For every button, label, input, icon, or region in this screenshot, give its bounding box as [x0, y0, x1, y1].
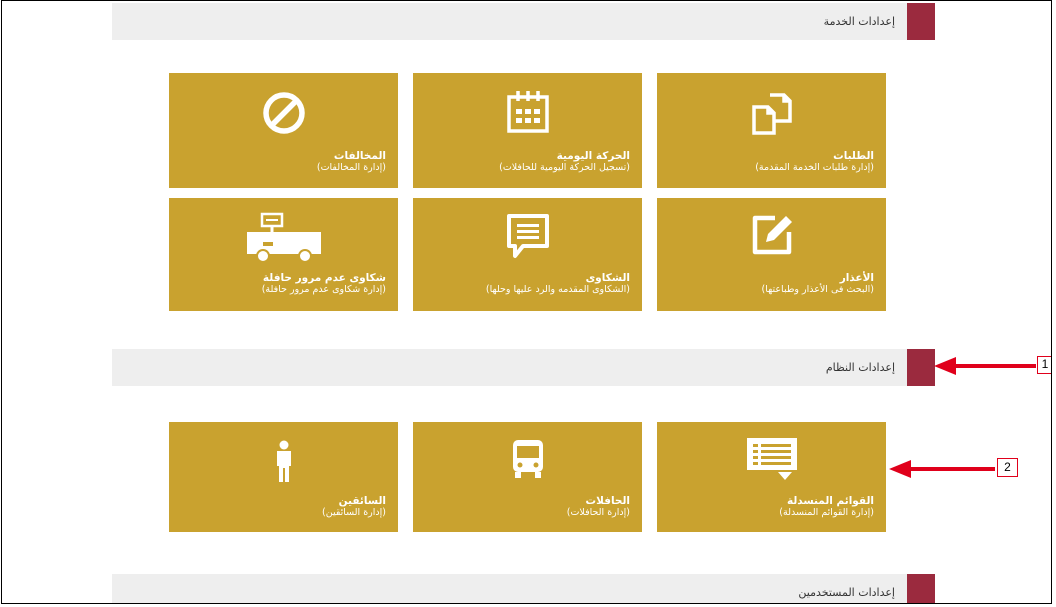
copy-documents-icon [751, 93, 792, 135]
tile-labels: الأعذار (البحث فى الأعذار وطباعتها) [762, 272, 874, 295]
callout-2: 2 [997, 458, 1018, 477]
section-title: إعدادات الخدمة [823, 15, 895, 28]
section-accent [907, 574, 935, 603]
tile-buses[interactable]: الحافلات (إدارة الحافلات) [413, 422, 642, 532]
section-accent [907, 349, 935, 386]
tile-labels: الحافلات (إدارة الحافلات) [567, 495, 630, 518]
section-header-user-settings[interactable]: إعدادات المستخدمين [112, 574, 935, 603]
tile-subtitle: (إدارة طلبات الخدمة المقدمة) [755, 162, 874, 173]
tile-title: المخالفات [333, 150, 386, 162]
bus-icon [512, 440, 543, 478]
tile-labels: الشكاوى (الشكاوى المقدمه والرد عليها وحل… [486, 272, 630, 295]
tile-title: القوائم المنسدلة [786, 495, 874, 507]
tile-daily-movement[interactable]: الحركة اليومية (تسجيل الحركة اليومية للح… [413, 73, 642, 188]
section-header-system-settings[interactable]: إعدادات النظام [112, 349, 935, 386]
tile-complaints[interactable]: الشكاوى (الشكاوى المقدمه والرد عليها وحل… [413, 198, 642, 311]
person-icon [276, 440, 291, 482]
tile-excuses[interactable]: الأعذار (البحث فى الأعذار وطباعتها) [657, 198, 886, 311]
section-title: إعدادات النظام [825, 361, 895, 374]
tile-subtitle: (إدارة السائقين) [322, 507, 386, 518]
tile-subtitle: (إدارة المخالفات) [316, 162, 386, 173]
tile-subtitle: (الشكاوى المقدمه والرد عليها وحلها) [485, 284, 630, 295]
tile-labels: المخالفات (إدارة المخالفات) [317, 150, 386, 173]
tile-drivers[interactable]: السائقين (إدارة السائقين) [169, 422, 398, 532]
tile-subtitle: (البحث فى الأعذار وطباعتها) [761, 284, 874, 295]
tile-labels: السائقين (إدارة السائقين) [322, 495, 386, 518]
tile-requests[interactable]: الطلبات (إدارة طلبات الخدمة المقدمة) [657, 73, 886, 188]
tile-bus-pass-complaints[interactable]: شكاوى عدم مرور حافلة (إدارة شكاوى عدم مر… [169, 198, 398, 311]
callout-1: 1 [1037, 356, 1051, 374]
tile-title: شكاوى عدم مرور حافلة [262, 272, 386, 284]
tile-subtitle: (إدارة شكاوى عدم مرور حافلة) [261, 284, 386, 295]
annotation-arrow-1 [934, 357, 1036, 375]
truck-sign-icon [246, 212, 321, 263]
tile-subtitle: (إدارة الحافلات) [566, 507, 630, 518]
tile-labels: شكاوى عدم مرور حافلة (إدارة شكاوى عدم مر… [262, 272, 386, 295]
tile-violations[interactable]: المخالفات (إدارة المخالفات) [169, 73, 398, 188]
tile-dropdown-lists[interactable]: القوائم المنسدلة (إدارة القوائم المنسدلة… [657, 422, 886, 532]
tile-title: الحركة اليومية [556, 150, 630, 162]
tile-subtitle: (تسجيل الحركة اليومية للحافلات) [499, 162, 630, 173]
section-title: إعدادات المستخدمين [798, 586, 895, 599]
tile-title: الشكاوى [585, 272, 630, 284]
edit-note-icon [752, 215, 792, 255]
calendar-icon [506, 91, 549, 133]
tile-labels: الحركة اليومية (تسجيل الحركة اليومية للح… [499, 150, 630, 173]
speech-bubble-icon [506, 214, 549, 258]
tile-title: الحافلات [585, 495, 630, 507]
tile-title: الأعذار [839, 272, 874, 284]
section-accent [907, 3, 935, 40]
tile-title: الطلبات [833, 150, 874, 162]
tile-subtitle: (إدارة القوائم المنسدلة) [779, 507, 874, 518]
section-header-service-settings[interactable]: إعدادات الخدمة [112, 3, 935, 40]
tile-labels: الطلبات (إدارة طلبات الخدمة المقدمة) [755, 150, 874, 173]
dropdown-list-icon [746, 438, 797, 480]
prohibited-icon [262, 92, 305, 134]
page-frame: إعدادات الخدمة الطلبات (إدارة طلبات الخد… [1, 0, 1052, 604]
annotation-arrow-2 [889, 460, 995, 478]
tile-labels: القوائم المنسدلة (إدارة القوائم المنسدلة… [779, 495, 874, 518]
tile-title: السائقين [338, 495, 386, 507]
